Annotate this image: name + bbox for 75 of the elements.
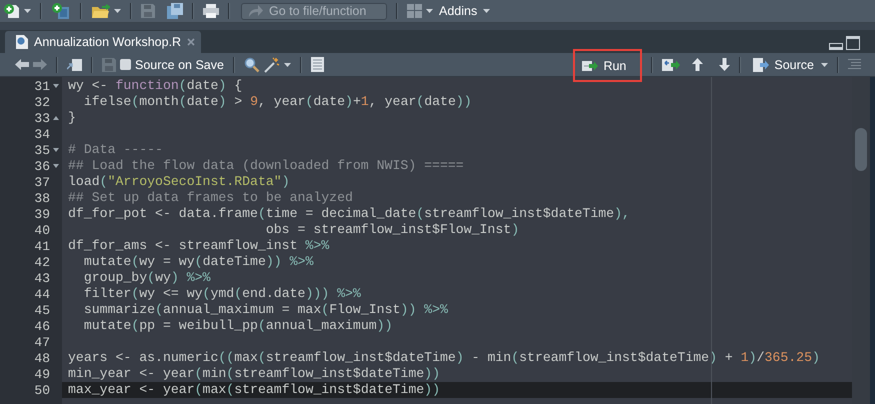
down-arrow-icon[interactable]	[719, 58, 730, 71]
r-file-icon	[16, 35, 28, 49]
source-on-save-checkbox[interactable]: Source on Save	[120, 58, 224, 72]
code-line: load("ArroyoSecoInst.RData")	[68, 174, 290, 189]
line-number: 46	[34, 318, 50, 334]
dropdown-caret-icon[interactable]	[426, 9, 433, 13]
code-line: obs = streamflow_inst$Flow_Inst)	[264, 222, 520, 237]
code-line: # Data -----	[68, 142, 163, 157]
line-number: 32	[34, 94, 50, 110]
code-line: max_year <- year(max(streamflow_inst$dateTime))	[68, 382, 440, 397]
code-line: group_by(wy) %>%	[82, 270, 210, 285]
code-line: filter(wy <= wy(ymd(end.date))) %>%	[82, 286, 361, 301]
code-line: ifelse(month(date) > 9, year(date)+1, year(date))	[82, 94, 472, 109]
line-number: 43	[34, 270, 50, 286]
code-line: mutate(wy = wy(dateTime)) %>%	[82, 254, 314, 269]
file-tab[interactable]: Annualization Workshop.R	[5, 31, 202, 53]
re-run-icon[interactable]	[662, 58, 680, 72]
run-icon	[582, 60, 598, 72]
close-icon[interactable]	[187, 38, 196, 46]
code-line: wy <- function(date) {	[68, 78, 242, 93]
notebook-icon[interactable]	[310, 57, 324, 72]
show-in-window-icon[interactable]	[67, 58, 82, 70]
line-number: 40	[34, 222, 50, 238]
go-to-file-field[interactable]: Go to file/function	[241, 2, 387, 20]
search-icon[interactable]	[244, 56, 260, 72]
dropdown-caret-icon[interactable]	[114, 9, 121, 13]
line-number: 38	[34, 190, 50, 206]
code-line: df_for_pot <- data.frame(time = decimal_date(streamflow_inst$dateTime),	[68, 206, 630, 221]
back-arrow-icon[interactable]	[15, 59, 29, 70]
line-number: 36	[34, 158, 50, 174]
source-button[interactable]: Source	[750, 54, 817, 76]
line-number: 34	[34, 126, 50, 142]
arrow-icon	[248, 5, 263, 17]
line-number: 50	[34, 382, 50, 398]
line-number: 31	[34, 78, 50, 94]
line-number: 45	[34, 302, 50, 318]
line-number: 49	[34, 366, 50, 382]
minimize-icon[interactable]	[829, 43, 843, 50]
line-number: 42	[34, 254, 50, 270]
up-arrow-icon[interactable]	[692, 58, 704, 71]
code-line: }	[68, 110, 76, 125]
source-icon	[753, 58, 770, 72]
line-number: 35	[34, 142, 50, 158]
dropdown-caret-icon[interactable]	[821, 62, 828, 66]
line-number: 39	[34, 206, 50, 222]
line-number: 47	[34, 334, 50, 350]
scrollbar-thumb[interactable]	[855, 128, 867, 171]
code-line: df_for_ams <- streamflow_inst %>%	[68, 238, 330, 253]
fold-arrow-icon[interactable]	[53, 164, 59, 168]
dropdown-caret-icon[interactable]	[24, 9, 31, 13]
fold-arrow-icon[interactable]	[53, 116, 59, 120]
magic-wand-icon[interactable]	[264, 56, 280, 72]
new-file-icon[interactable]	[3, 3, 20, 19]
code-line: ## Load the flow data (downloaded from NWIS) =====	[68, 158, 464, 173]
new-project-icon[interactable]	[51, 2, 71, 20]
addins-menu[interactable]: Addins	[437, 4, 480, 18]
folder-icon[interactable]	[91, 4, 110, 18]
line-number: 41	[34, 238, 50, 254]
line-number: 44	[34, 286, 50, 302]
code-line: ## Set up data frames to be analyzed	[68, 190, 353, 205]
code-line: mutate(pp = weibull_pp(annual_maximum))	[82, 318, 392, 333]
code-line: years <- as.numeric((max(streamflow_inst$dateTime) - min(streamflow_inst$dateTime) + 1)/365.25)	[68, 350, 820, 365]
line-number: 33	[34, 110, 50, 126]
fold-arrow-icon[interactable]	[53, 84, 59, 88]
code-line: min_year <- year(min(streamflow_inst$dateTime))	[68, 366, 440, 381]
dropdown-caret-icon[interactable]	[483, 9, 490, 13]
maximize-icon[interactable]	[846, 36, 860, 50]
code-line: summarize(annual_maximum = max(Flow_Inst)) %>%	[82, 302, 448, 317]
save-all-icon[interactable]	[167, 3, 183, 19]
dropdown-caret-icon[interactable]	[284, 62, 291, 66]
line-number: 48	[34, 350, 50, 366]
line-number: 37	[34, 174, 50, 190]
print-icon[interactable]	[203, 4, 219, 18]
run-button[interactable]: Run	[573, 49, 642, 82]
fold-arrow-icon[interactable]	[53, 148, 59, 152]
